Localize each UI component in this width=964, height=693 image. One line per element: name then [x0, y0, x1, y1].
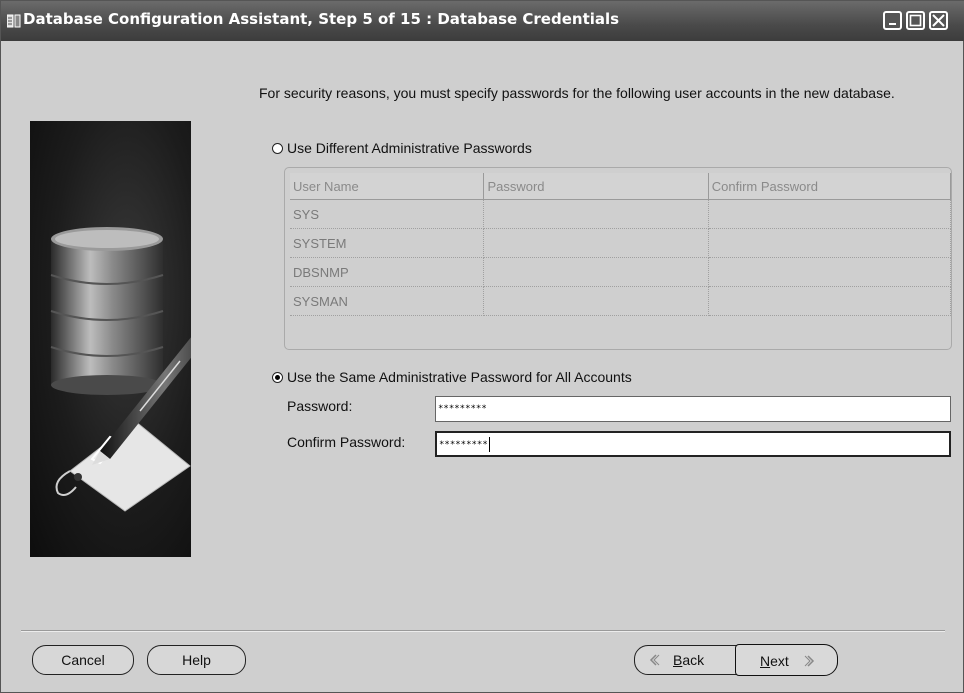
- accounts-table-container: User Name Password Confirm Password SYS …: [284, 167, 952, 350]
- back-button-accel: B: [673, 652, 683, 668]
- next-button[interactable]: Next: [735, 644, 838, 676]
- cell-password: [483, 199, 709, 229]
- text-caret: [488, 437, 490, 452]
- table-header-row: User Name Password Confirm Password: [290, 173, 952, 200]
- password-label: Password:: [287, 398, 353, 414]
- minimize-icon: [889, 23, 896, 25]
- radio-different-label: Use Different Administrative Passwords: [287, 140, 532, 156]
- cell-confirm-password: [708, 199, 952, 229]
- dbca-app-icon[interactable]: [7, 14, 21, 28]
- cancel-button[interactable]: Cancel: [32, 645, 134, 675]
- maximize-button[interactable]: [906, 11, 925, 30]
- password-field[interactable]: *********: [435, 396, 951, 422]
- footer-separator: [21, 630, 945, 632]
- next-button-content: Next: [760, 647, 817, 675]
- column-header-user-name[interactable]: User Name: [290, 173, 485, 200]
- radio-different-passwords[interactable]: Use Different Administrative Passwords: [272, 139, 532, 157]
- close-button[interactable]: [929, 11, 948, 30]
- cancel-button-label: Cancel: [61, 652, 105, 668]
- database-pen-illustration: [50, 227, 191, 512]
- help-button[interactable]: Help: [147, 645, 246, 675]
- chevron-left-icon: [649, 654, 660, 666]
- column-header-password[interactable]: Password: [483, 173, 709, 200]
- cell-confirm-password: [708, 228, 952, 258]
- radio-same-password[interactable]: Use the Same Administrative Password for…: [272, 368, 632, 386]
- title-bar[interactable]: Database Configuration Assistant, Step 5…: [1, 1, 964, 41]
- cell-password: [483, 228, 709, 258]
- dbca-window: Database Configuration Assistant, Step 5…: [0, 0, 964, 693]
- radio-same-indicator[interactable]: [272, 371, 283, 383]
- intro-text: For security reasons, you must specify p…: [259, 85, 895, 101]
- chevron-right-icon: [804, 655, 814, 667]
- cell-user-name: SYSTEM: [290, 228, 485, 258]
- confirm-password-value: *********: [439, 440, 488, 450]
- cell-password: [483, 286, 709, 316]
- next-button-label: ext: [770, 653, 789, 669]
- column-header-confirm-password[interactable]: Confirm Password: [708, 173, 952, 200]
- help-button-label: Help: [182, 652, 211, 668]
- table-row: SYS: [290, 199, 952, 229]
- cell-user-name: DBSNMP: [290, 257, 485, 287]
- cell-confirm-password: [708, 257, 952, 287]
- close-icon: [932, 14, 945, 27]
- maximize-icon: [909, 14, 922, 27]
- accounts-table: User Name Password Confirm Password SYS …: [290, 173, 952, 316]
- next-button-accel: N: [760, 653, 771, 669]
- table-row: SYSMAN: [290, 286, 952, 316]
- minimize-button[interactable]: [883, 11, 902, 30]
- table-row: DBSNMP: [290, 257, 952, 287]
- navigation-button-group: Back Next: [634, 644, 838, 676]
- back-button[interactable]: Back: [647, 646, 735, 674]
- window-title: Database Configuration Assistant, Step 5…: [23, 10, 620, 28]
- back-button-label: ack: [682, 652, 705, 668]
- cell-password: [483, 257, 709, 287]
- cell-user-name: SYS: [290, 199, 485, 229]
- radio-different-indicator[interactable]: [272, 142, 283, 154]
- cell-confirm-password: [708, 286, 952, 316]
- radio-same-label: Use the Same Administrative Password for…: [287, 369, 632, 385]
- cell-user-name: SYSMAN: [290, 286, 485, 316]
- table-row: SYSTEM: [290, 228, 952, 258]
- confirm-password-label: Confirm Password:: [287, 434, 406, 450]
- password-value: *********: [438, 404, 487, 414]
- wizard-illustration: [30, 121, 191, 557]
- confirm-password-field[interactable]: *********: [435, 431, 951, 457]
